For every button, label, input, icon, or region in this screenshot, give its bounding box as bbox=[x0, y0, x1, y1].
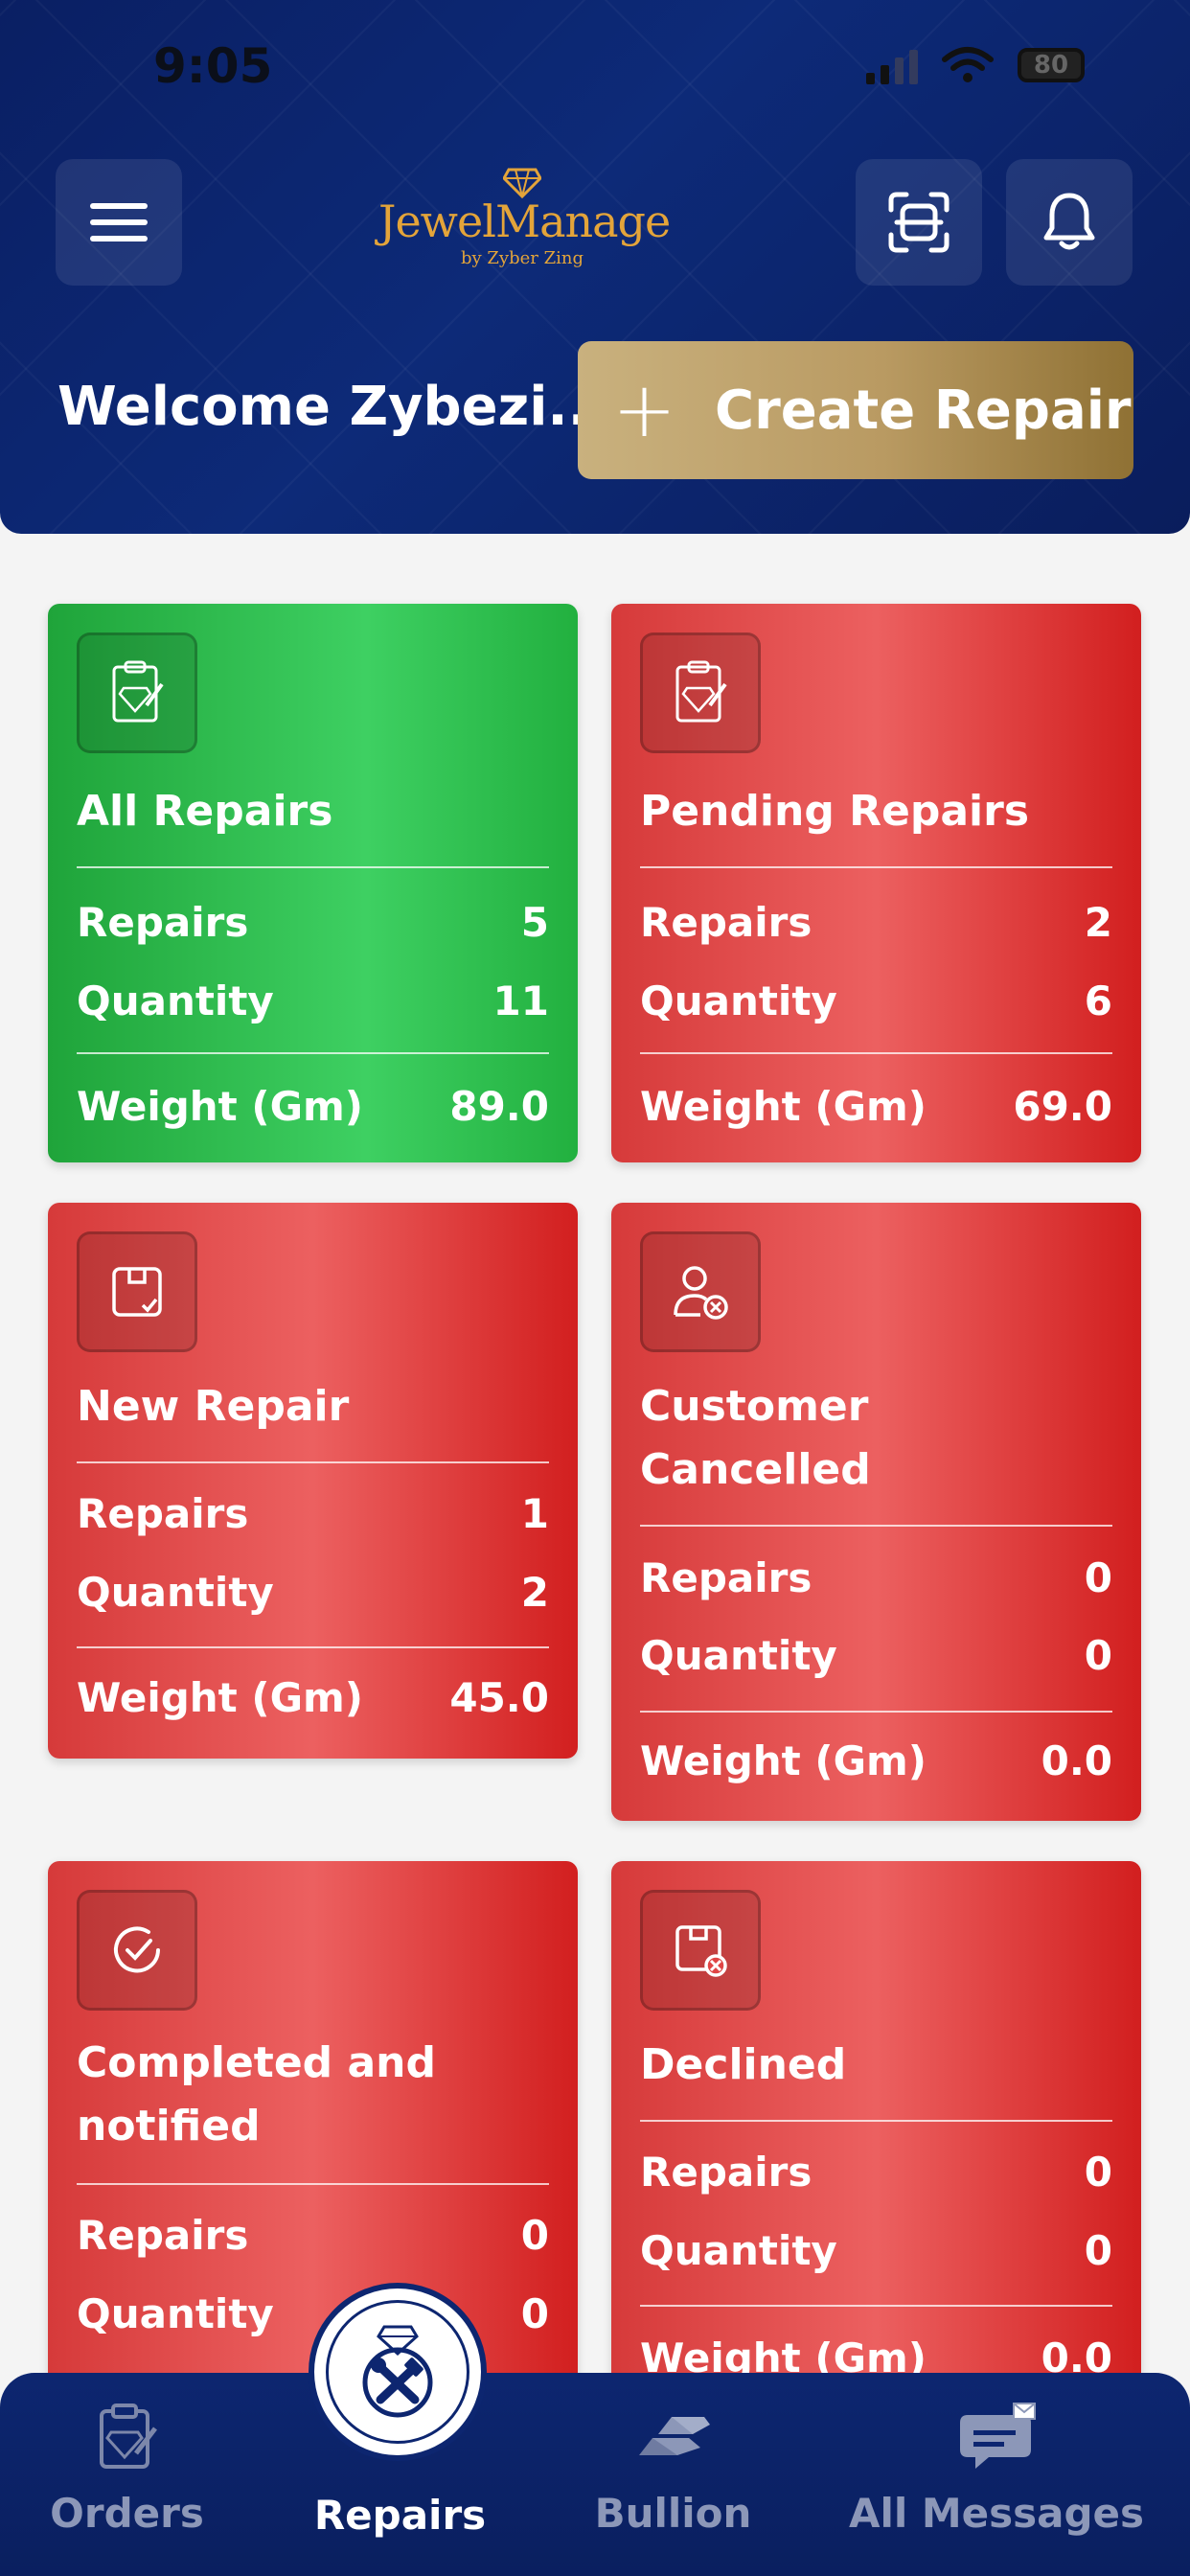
card-title: New Repair bbox=[77, 1382, 350, 1431]
repairs-count: 0 bbox=[520, 2212, 549, 2259]
card-divider bbox=[640, 1525, 1112, 1527]
scan-button[interactable] bbox=[856, 159, 982, 286]
repairs-count: 5 bbox=[520, 899, 549, 946]
welcome-text: Welcome Zybezi... bbox=[57, 376, 609, 438]
weight-value: 69.0 bbox=[1013, 1083, 1112, 1130]
quantity-count: 11 bbox=[492, 978, 549, 1024]
quantity-row: Quantity 0 bbox=[77, 2290, 549, 2337]
quantity-row: Quantity 11 bbox=[77, 978, 549, 1024]
check-circle-icon bbox=[77, 1890, 197, 2011]
repairs-row: Repairs 0 bbox=[640, 2149, 1112, 2196]
diamond-clipboard-icon bbox=[77, 632, 197, 753]
quantity-count: 6 bbox=[1084, 978, 1112, 1024]
card-customer-cancelled[interactable]: Customer Cancelled Repairs 0 Quantity 0 Wei… bbox=[611, 1203, 1141, 1821]
plus-icon: + bbox=[612, 365, 677, 454]
notifications-button[interactable] bbox=[1006, 159, 1133, 286]
card-title: Pending Repairs bbox=[640, 787, 1030, 836]
repairs-count: 2 bbox=[1084, 899, 1112, 946]
repairs-row: Repairs 5 bbox=[77, 899, 549, 946]
nav-all-messages[interactable]: All Messages bbox=[849, 2373, 1144, 2576]
nav-label: Orders bbox=[50, 2490, 204, 2537]
repairs-row: Repairs 0 bbox=[77, 2212, 549, 2259]
repairs-count: 0 bbox=[1084, 2149, 1112, 2196]
box-cancel-icon bbox=[640, 1890, 761, 2011]
logo-subtitle: by Zyber Zing bbox=[461, 248, 584, 268]
orders-icon bbox=[99, 2404, 157, 2469]
weight-row: Weight (Gm) 89.0 bbox=[77, 1083, 549, 1130]
wifi-icon bbox=[942, 47, 994, 82]
repairs-fab-button[interactable] bbox=[309, 2283, 487, 2461]
card-declined[interactable]: Declined Repairs 0 Quantity 0 Weight (Gm) 0… bbox=[611, 1861, 1141, 2436]
card-title: All Repairs bbox=[77, 787, 333, 836]
nav-label: Bullion bbox=[594, 2490, 752, 2537]
signal-icon bbox=[866, 46, 918, 84]
card-divider bbox=[640, 2305, 1112, 2307]
quantity-row: Quantity 0 bbox=[640, 1632, 1112, 1679]
card-divider bbox=[77, 2183, 549, 2185]
messages-icon bbox=[960, 2403, 1036, 2469]
battery-icon: 80 bbox=[1018, 48, 1085, 82]
status-icons: 80 bbox=[866, 46, 1085, 84]
repairs-icon bbox=[326, 2300, 469, 2444]
card-divider bbox=[640, 1052, 1112, 1054]
weight-row: Weight (Gm) 69.0 bbox=[640, 1083, 1112, 1130]
weight-value: 89.0 bbox=[449, 1083, 549, 1130]
logo-text: JewelManage bbox=[378, 196, 671, 247]
card-divider bbox=[640, 1711, 1112, 1713]
nav-bullion[interactable]: Bullion bbox=[594, 2373, 752, 2576]
weight-value: 0.0 bbox=[1041, 1737, 1112, 1784]
bullion-icon bbox=[638, 2417, 710, 2455]
repairs-count: 1 bbox=[520, 1490, 549, 1537]
repairs-count: 0 bbox=[1084, 1554, 1112, 1601]
weight-row: Weight (Gm) 0.0 bbox=[640, 1737, 1112, 1784]
weight-row: Weight (Gm) 45.0 bbox=[77, 1674, 549, 1721]
card-divider bbox=[77, 1646, 549, 1648]
card-pending-repairs[interactable]: Pending Repairs Repairs 2 Quantity 6 Weigh… bbox=[611, 604, 1141, 1162]
card-divider bbox=[640, 866, 1112, 868]
weight-value: 45.0 bbox=[449, 1674, 549, 1721]
create-repair-button[interactable]: + Create Repair bbox=[578, 341, 1133, 479]
card-new-repair[interactable]: New Repair Repairs 1 Quantity 2 Weight (Gm… bbox=[48, 1203, 578, 1759]
card-title: Customer Cancelled bbox=[640, 1382, 871, 1494]
scan-icon bbox=[888, 192, 950, 253]
card-divider bbox=[77, 866, 549, 868]
card-divider bbox=[77, 1461, 549, 1463]
status-time: 9:05 bbox=[153, 38, 273, 94]
card-title: Completed and notified bbox=[77, 2038, 436, 2150]
card-divider bbox=[77, 1052, 549, 1054]
repairs-row: Repairs 2 bbox=[640, 899, 1112, 946]
card-title: Declined bbox=[640, 2040, 847, 2089]
card-all-repairs[interactable]: All Repairs Repairs 5 Quantity 11 Weight (… bbox=[48, 604, 578, 1162]
repairs-row: Repairs 0 bbox=[640, 1554, 1112, 1601]
repairs-row: Repairs 1 bbox=[77, 1490, 549, 1537]
nav-label: All Messages bbox=[848, 2490, 1145, 2537]
box-check-icon bbox=[77, 1231, 197, 1352]
bell-icon bbox=[1043, 193, 1095, 250]
quantity-row: Quantity 0 bbox=[640, 2227, 1112, 2274]
diamond-clipboard-icon bbox=[640, 632, 761, 753]
nav-label: Repairs bbox=[313, 2492, 487, 2539]
create-repair-label: Create Repair bbox=[715, 379, 1132, 442]
hamburger-icon bbox=[90, 203, 148, 242]
quantity-count: 0 bbox=[1084, 2227, 1112, 2274]
menu-button[interactable] bbox=[56, 159, 182, 286]
card-divider bbox=[640, 2120, 1112, 2122]
app-logo: JewelManage by Zyber Zing bbox=[378, 168, 671, 268]
quantity-count: 2 bbox=[520, 1569, 549, 1616]
quantity-row: Quantity 2 bbox=[77, 1569, 549, 1616]
bottom-nav: Orders Repairs Bullion All Messages bbox=[0, 2373, 1190, 2576]
quantity-count: 0 bbox=[520, 2290, 549, 2337]
quantity-count: 0 bbox=[1084, 1632, 1112, 1679]
quantity-row: Quantity 6 bbox=[640, 978, 1112, 1024]
nav-orders[interactable]: Orders bbox=[48, 2373, 206, 2576]
app-header: 9:05 80 JewelManage by Zyber Zing Welcom… bbox=[0, 0, 1190, 534]
user-cancel-icon bbox=[640, 1231, 761, 1352]
